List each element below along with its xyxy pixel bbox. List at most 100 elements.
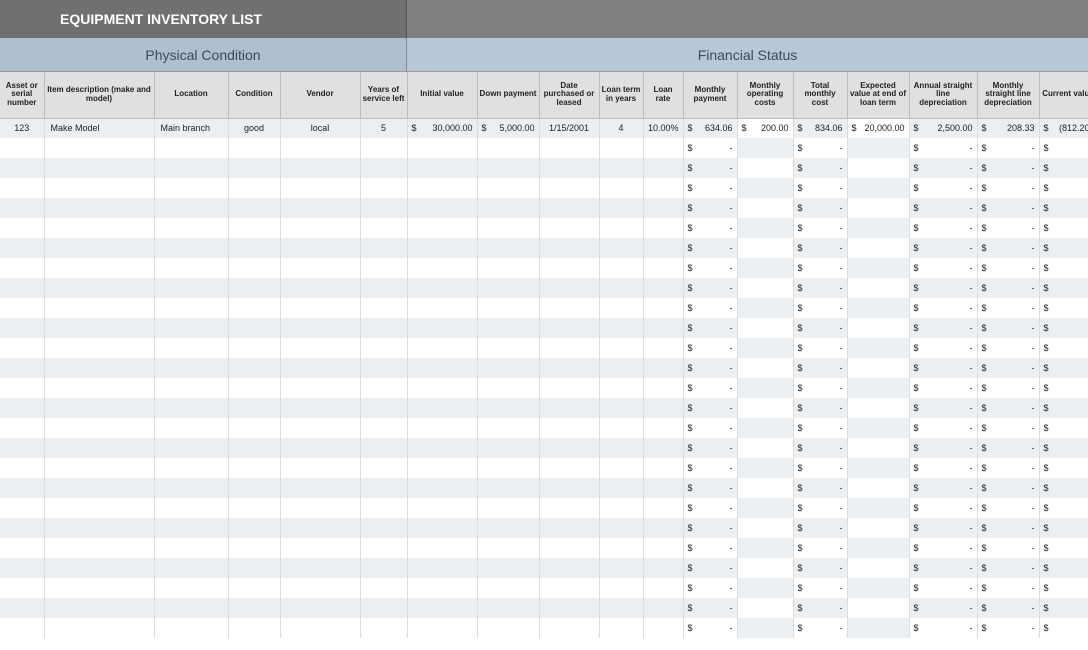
cell[interactable]: $-	[1039, 438, 1088, 458]
cell[interactable]	[539, 438, 599, 458]
cell[interactable]	[407, 578, 477, 598]
cell[interactable]	[360, 158, 407, 178]
cell[interactable]: $-	[977, 498, 1039, 518]
cell[interactable]: $-	[977, 578, 1039, 598]
cell[interactable]	[407, 318, 477, 338]
cell[interactable]	[360, 138, 407, 158]
cell[interactable]: $-	[909, 198, 977, 218]
cell[interactable]	[643, 338, 683, 358]
cell[interactable]	[280, 418, 360, 438]
cell[interactable]	[737, 578, 793, 598]
cell[interactable]	[643, 258, 683, 278]
cell[interactable]	[477, 558, 539, 578]
cell[interactable]	[599, 558, 643, 578]
table-row[interactable]: $-$-$-$-$-	[0, 458, 1088, 478]
cell[interactable]	[154, 218, 228, 238]
cell[interactable]	[407, 618, 477, 638]
cell[interactable]: $-	[1039, 158, 1088, 178]
cell[interactable]: $-	[683, 438, 737, 458]
cell[interactable]	[477, 338, 539, 358]
cell[interactable]	[737, 298, 793, 318]
cell[interactable]: $-	[683, 338, 737, 358]
cell[interactable]	[44, 278, 154, 298]
cell[interactable]: $-	[1039, 318, 1088, 338]
table-row[interactable]: $-$-$-$-$-	[0, 558, 1088, 578]
table-row[interactable]: $-$-$-$-$-	[0, 378, 1088, 398]
cell[interactable]: $-	[683, 258, 737, 278]
cell[interactable]	[847, 358, 909, 378]
table-row[interactable]: $-$-$-$-$-	[0, 298, 1088, 318]
cell[interactable]	[477, 578, 539, 598]
cell[interactable]	[228, 418, 280, 438]
cell-years[interactable]: 5	[360, 118, 407, 138]
cell[interactable]	[360, 318, 407, 338]
table-row[interactable]: $-$-$-$-$-	[0, 518, 1088, 538]
cell[interactable]	[360, 478, 407, 498]
cell[interactable]	[0, 438, 44, 458]
cell[interactable]	[228, 238, 280, 258]
cell[interactable]: $-	[1039, 358, 1088, 378]
cell[interactable]: $-	[1039, 618, 1088, 638]
cell[interactable]	[477, 278, 539, 298]
cell[interactable]: $-	[1039, 178, 1088, 198]
table-row[interactable]: $-$-$-$-$-	[0, 358, 1088, 378]
cell[interactable]	[407, 278, 477, 298]
cell[interactable]: $-	[977, 258, 1039, 278]
cell[interactable]: $-	[683, 538, 737, 558]
cell[interactable]	[154, 618, 228, 638]
cell[interactable]	[280, 458, 360, 478]
cell[interactable]: $-	[1039, 138, 1088, 158]
cell[interactable]	[599, 418, 643, 438]
cell[interactable]	[44, 258, 154, 278]
cell[interactable]: $-	[793, 458, 847, 478]
cell[interactable]: $-	[793, 338, 847, 358]
cell[interactable]: $-	[909, 278, 977, 298]
cell[interactable]	[599, 458, 643, 478]
cell[interactable]: $-	[683, 418, 737, 438]
cell[interactable]	[280, 218, 360, 238]
cell[interactable]	[280, 558, 360, 578]
cell[interactable]	[0, 258, 44, 278]
cell[interactable]	[477, 218, 539, 238]
cell[interactable]: $-	[909, 258, 977, 278]
cell[interactable]	[360, 518, 407, 538]
cell[interactable]	[0, 318, 44, 338]
cell[interactable]: $-	[793, 478, 847, 498]
cell[interactable]	[477, 258, 539, 278]
cell[interactable]	[643, 518, 683, 538]
table-row[interactable]: $-$-$-$-$-	[0, 438, 1088, 458]
cell[interactable]: $-	[683, 158, 737, 178]
cell[interactable]	[539, 318, 599, 338]
cell[interactable]	[643, 138, 683, 158]
cell[interactable]: $-	[683, 318, 737, 338]
cell[interactable]	[847, 178, 909, 198]
cell[interactable]: $-	[793, 298, 847, 318]
cell-condition[interactable]: good	[228, 118, 280, 138]
cell-monthly-op[interactable]: $200.00	[737, 118, 793, 138]
cell[interactable]: $-	[683, 218, 737, 238]
cell[interactable]	[154, 238, 228, 258]
cell[interactable]	[847, 398, 909, 418]
cell[interactable]	[0, 518, 44, 538]
cell[interactable]: $-	[1039, 458, 1088, 478]
cell[interactable]	[599, 518, 643, 538]
cell[interactable]	[737, 398, 793, 418]
cell[interactable]	[847, 458, 909, 478]
table-row[interactable]: $-$-$-$-$-	[0, 618, 1088, 638]
cell[interactable]: $-	[793, 198, 847, 218]
table-row[interactable]: $-$-$-$-$-	[0, 238, 1088, 258]
cell[interactable]	[737, 438, 793, 458]
cell[interactable]	[643, 178, 683, 198]
cell[interactable]: $-	[909, 398, 977, 418]
cell[interactable]	[599, 478, 643, 498]
cell[interactable]	[280, 538, 360, 558]
cell[interactable]: $-	[909, 138, 977, 158]
cell[interactable]	[737, 458, 793, 478]
cell[interactable]	[477, 158, 539, 178]
cell[interactable]	[847, 558, 909, 578]
cell[interactable]	[0, 198, 44, 218]
cell[interactable]	[539, 178, 599, 198]
cell[interactable]	[643, 378, 683, 398]
cell[interactable]	[477, 178, 539, 198]
cell[interactable]	[539, 238, 599, 258]
